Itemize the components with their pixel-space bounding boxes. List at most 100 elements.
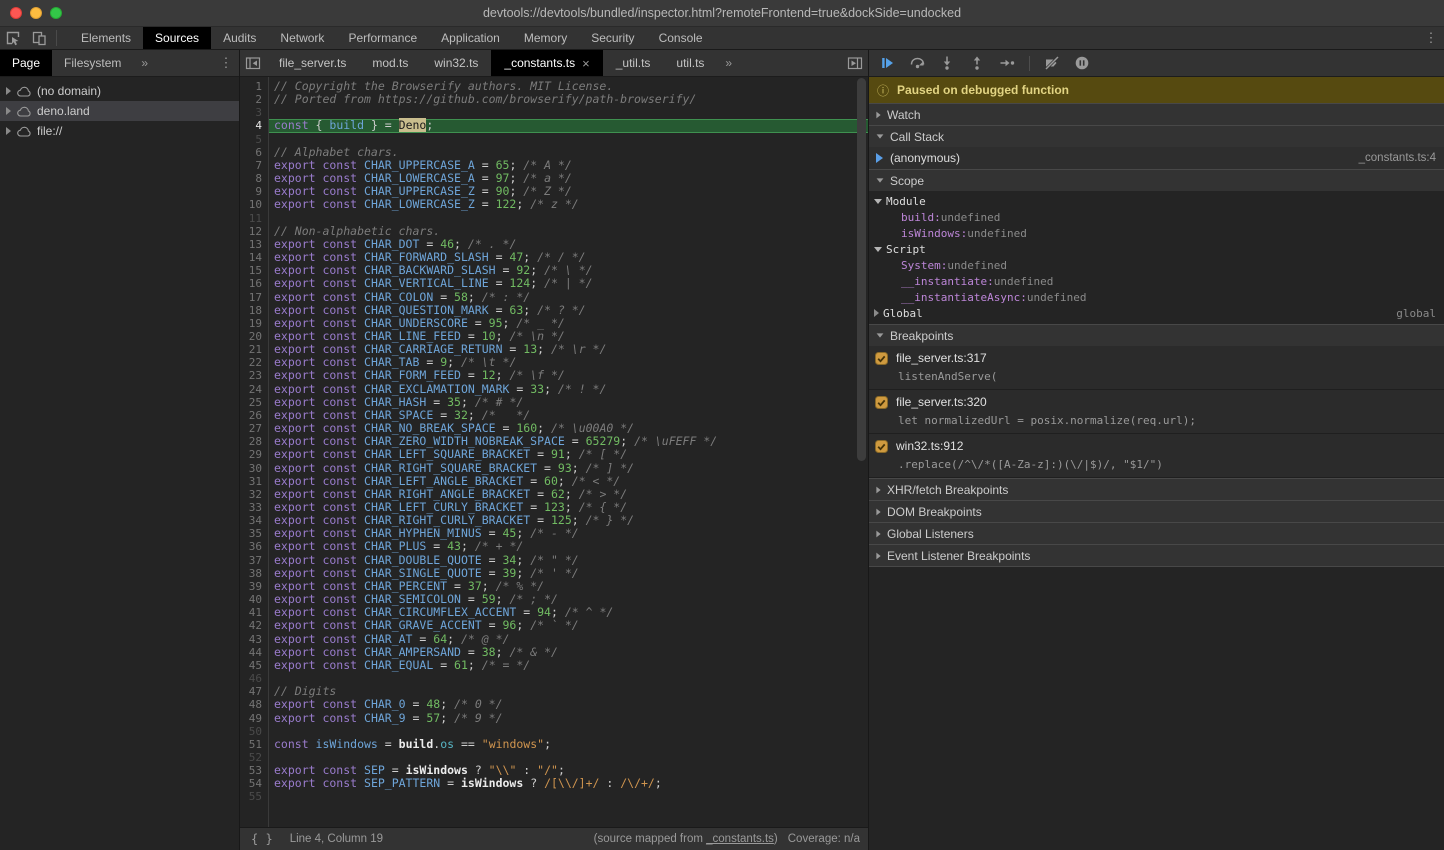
breakpoint-entry[interactable]: win32.ts:912.replace(/^\/*([A-Za-z]:)(\/… [869,434,1444,478]
line-number[interactable]: 44 [240,646,268,659]
line-number[interactable]: 12 [240,225,268,238]
line-number[interactable]: 7 [240,159,268,172]
section-dom-breakpoints[interactable]: DOM Breakpoints [869,500,1444,522]
line-number[interactable]: 52 [240,751,268,764]
line-number[interactable]: 41 [240,606,268,619]
scope-group-module[interactable]: Module [869,193,1444,209]
inspect-cursor-icon[interactable] [0,27,26,49]
line-number[interactable]: 38 [240,567,268,580]
line-number[interactable]: 8 [240,172,268,185]
editor-scrollbar[interactable] [854,77,868,827]
tab-network[interactable]: Network [268,27,336,49]
deactivate-breakpoints-icon[interactable] [1040,52,1064,74]
breakpoint-checkbox[interactable] [875,440,888,453]
line-number[interactable]: 19 [240,317,268,330]
code-line[interactable]: 10export const CHAR_LOWERCASE_Z = 122; /… [240,198,868,211]
scope-variable[interactable]: __instantiateAsync: undefined [869,289,1444,305]
breakpoint-entry[interactable]: file_server.ts:320let normalizedUrl = po… [869,390,1444,434]
resume-icon[interactable] [875,52,899,74]
section-scope[interactable]: Scope [869,169,1444,191]
line-number[interactable]: 17 [240,291,268,304]
toggle-debugger-sidebar-icon[interactable] [842,50,868,76]
code-line[interactable]: 54export const SEP_PATTERN = isWindows ?… [240,777,868,790]
line-number[interactable]: 30 [240,462,268,475]
tab-console[interactable]: Console [647,27,715,49]
window-zoom-button[interactable] [50,7,62,19]
navigator-tab-page[interactable]: Page [0,50,52,76]
line-number[interactable]: 18 [240,304,268,317]
line-number[interactable]: 32 [240,488,268,501]
step-into-icon[interactable] [935,52,959,74]
scope-variable[interactable]: __instantiate: undefined [869,273,1444,289]
file-tab-file_server.ts[interactable]: file_server.ts [266,50,359,76]
step-over-icon[interactable] [905,52,929,74]
tab-audits[interactable]: Audits [211,27,268,49]
line-number[interactable]: 50 [240,725,268,738]
device-toolbar-icon[interactable] [26,27,52,49]
line-content[interactable]: export const CHAR_9 = 57; /* 9 */ [268,712,868,725]
source-mapped-link[interactable]: _constants.ts [706,833,774,845]
line-content[interactable]: const isWindows = build.os == "windows"; [268,738,868,751]
line-number[interactable]: 35 [240,527,268,540]
step-out-icon[interactable] [965,52,989,74]
line-number[interactable]: 25 [240,396,268,409]
line-number[interactable]: 14 [240,251,268,264]
frame-location-link[interactable]: _constants.ts:4 [1359,152,1436,164]
scope-group-script[interactable]: Script [869,241,1444,257]
line-number[interactable]: 39 [240,580,268,593]
tab-elements[interactable]: Elements [69,27,143,49]
line-number[interactable]: 24 [240,383,268,396]
close-tab-icon[interactable]: × [582,56,590,71]
line-number[interactable]: 54 [240,777,268,790]
line-number[interactable]: 26 [240,409,268,422]
navigator-tab-filesystem[interactable]: Filesystem [52,50,133,76]
code-line[interactable]: 55 [240,790,868,803]
code-line[interactable]: 49export const CHAR_9 = 57; /* 9 */ [240,712,868,725]
line-number[interactable]: 43 [240,633,268,646]
breakpoint-checkbox[interactable] [875,396,888,409]
section-xhr-fetch-breakpoints[interactable]: XHR/fetch Breakpoints [869,478,1444,500]
line-number[interactable]: 23 [240,369,268,382]
scope-group-global[interactable]: Globalglobal [869,305,1444,321]
breakpoint-checkbox[interactable] [875,352,888,365]
tab-sources[interactable]: Sources [143,27,211,49]
line-number[interactable]: 40 [240,593,268,606]
line-number[interactable]: 9 [240,185,268,198]
section-breakpoints[interactable]: Breakpoints [869,324,1444,346]
file-tab-util.ts[interactable]: util.ts [663,50,717,76]
line-number[interactable]: 3 [240,106,268,119]
line-number[interactable]: 34 [240,514,268,527]
line-number[interactable]: 2 [240,93,268,106]
tab-security[interactable]: Security [579,27,646,49]
line-number[interactable]: 21 [240,343,268,356]
line-number[interactable]: 11 [240,212,268,225]
line-number[interactable]: 29 [240,448,268,461]
line-number[interactable]: 33 [240,501,268,514]
file-tab-_constants.ts[interactable]: _constants.ts× [491,50,602,76]
line-number[interactable]: 5 [240,133,268,146]
line-number[interactable]: 53 [240,764,268,777]
file-tab-win32.ts[interactable]: win32.ts [421,50,491,76]
line-number[interactable]: 47 [240,685,268,698]
tree-item-file-[interactable]: file:// [0,121,239,141]
code-line[interactable]: 4const { build } = Deno; [240,119,868,132]
show-navigator-icon[interactable] [240,50,266,76]
line-number[interactable]: 48 [240,698,268,711]
line-number[interactable]: 10 [240,198,268,211]
file-tab-_util.ts[interactable]: _util.ts [603,50,664,76]
line-number[interactable]: 16 [240,277,268,290]
breakpoint-entry[interactable]: file_server.ts:317listenAndServe( [869,346,1444,390]
code-line[interactable]: 2// Ported from https://github.com/brows… [240,93,868,106]
line-content[interactable]: export const CHAR_EQUAL = 61; /* = */ [268,659,868,672]
line-number[interactable]: 36 [240,540,268,553]
line-number[interactable]: 6 [240,146,268,159]
tab-performance[interactable]: Performance [336,27,429,49]
line-content[interactable]: const { build } = Deno; [268,119,868,132]
tab-application[interactable]: Application [429,27,512,49]
line-number[interactable]: 49 [240,712,268,725]
line-number[interactable]: 22 [240,356,268,369]
code-line[interactable]: 45export const CHAR_EQUAL = 61; /* = */ [240,659,868,672]
window-close-button[interactable] [10,7,22,19]
window-minimize-button[interactable] [30,7,42,19]
line-number[interactable]: 4 [240,119,268,132]
